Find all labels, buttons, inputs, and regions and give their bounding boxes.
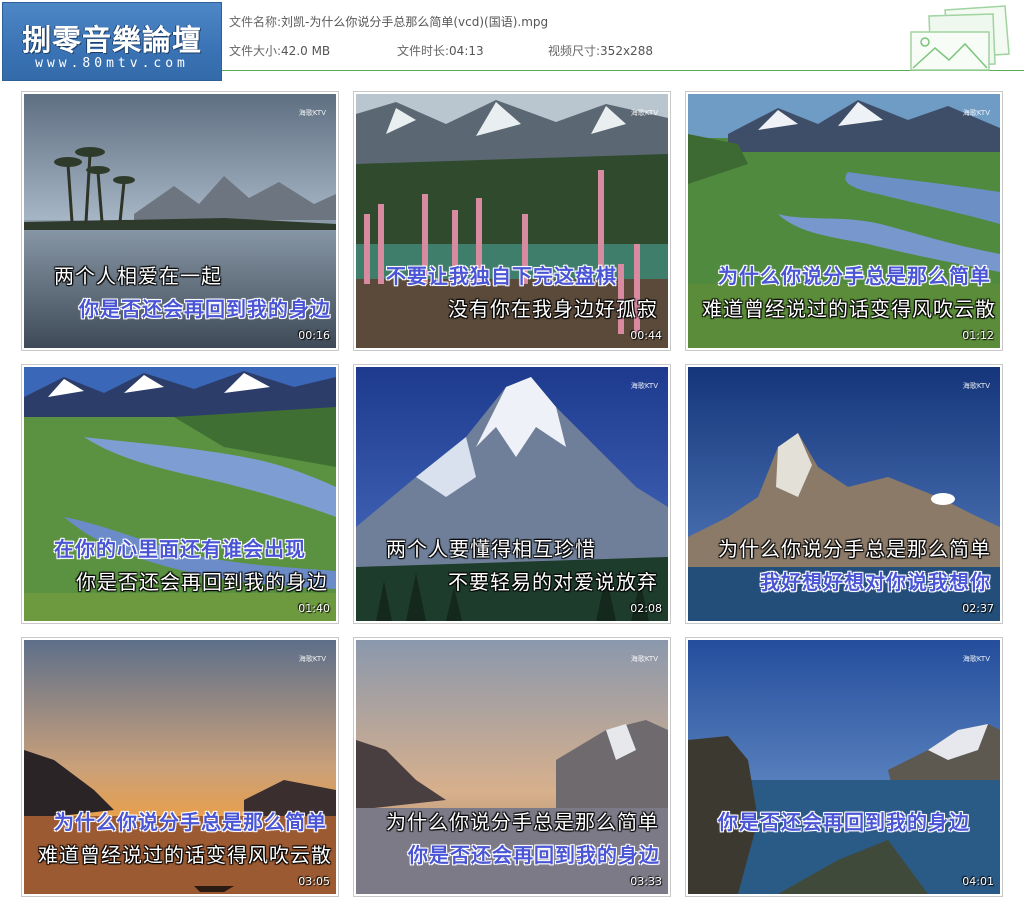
- duration-value: 04:13: [449, 44, 484, 58]
- watermark: 海歌KTV: [630, 655, 658, 663]
- thumbnail-7[interactable]: 海歌KTV 为什么你说分手总是那么简单 难道曾经说过的话变得风吹云散 03:05: [21, 637, 339, 897]
- lyric-line-2: 难道曾经说过的话变得风吹云散: [38, 843, 332, 867]
- lyric-line-2: 不要轻易的对爱说放弃: [448, 570, 658, 594]
- file-name-info: 文件名称:刘凯-为什么你说分手总那么简单(vcd)(国语).mpg: [229, 13, 548, 30]
- header-divider: [222, 70, 1024, 71]
- timestamp: 03:33: [630, 875, 662, 888]
- timestamp: 00:44: [630, 329, 662, 342]
- lyric-line-1: 两个人相爱在一起: [54, 264, 222, 288]
- thumbnail-6[interactable]: 海歌KTV 为什么你说分手总是那么简单 我好想好想对你说我想你 02:37: [685, 364, 1003, 624]
- file-name-label: 文件名称:: [229, 15, 282, 29]
- lyric-line-1: 为什么你说分手总是那么简单: [54, 810, 327, 834]
- scene-coastal-cliffs: [688, 640, 1000, 894]
- logo-url: www.80mtv.com: [35, 56, 189, 71]
- lyric-line-2: 你是否还会再回到我的身边: [79, 297, 331, 321]
- file-size-label: 文件大小:: [229, 44, 282, 58]
- lyric-line-1: 为什么你说分手总是那么简单: [718, 264, 991, 288]
- file-size-value: 42.0 MB: [281, 44, 331, 58]
- thumbnail-5[interactable]: 海歌KTV 两个人要懂得相互珍惜 不要轻易的对爱说放弃 02:08: [353, 364, 671, 624]
- lyric-line-1: 为什么你说分手总是那么简单: [718, 537, 991, 561]
- lyric-line-1: 在你的心里面还有谁会出现: [54, 537, 306, 561]
- thumbnail-4[interactable]: 海歌KTV 在你的心里面还有谁会出现 你是否还会再回到我的身边 01:40: [21, 364, 339, 624]
- dimensions-info: 视频尺寸:352x288: [548, 42, 653, 59]
- forum-logo: 捌零音樂論壇 www.80mtv.com: [2, 2, 222, 81]
- lyric-line-1: 两个人要懂得相互珍惜: [386, 537, 596, 561]
- lyric-line-1: 你是否还会再回到我的身边: [718, 810, 970, 834]
- thumbnail-2[interactable]: 海歌KTV 不要让我独自下完这盘棋 没有你在我身边好孤寂 00:44: [353, 91, 671, 351]
- thumbnail-3[interactable]: 海歌KTV 为什么你说分手总是那么简单 难道曾经说过的话变得风吹云散 01:12: [685, 91, 1003, 351]
- file-size-info: 文件大小:42.0 MB: [229, 42, 330, 59]
- timestamp: 02:37: [962, 602, 994, 615]
- duration-info: 文件时长:04:13: [397, 42, 484, 59]
- lyric-line-1: 不要让我独自下完这盘棋: [386, 264, 617, 288]
- thumbnail-1[interactable]: 海歌KTV 两个人相爱在一起 你是否还会再回到我的身边 00:16: [21, 91, 339, 351]
- logo-title: 捌零音樂論壇: [21, 23, 202, 57]
- watermark: 海歌KTV: [962, 109, 990, 117]
- timestamp: 01:12: [962, 329, 994, 342]
- watermark: 海歌KTV: [962, 655, 990, 663]
- watermark: 海歌KTV: [298, 109, 326, 117]
- duration-label: 文件时长:: [397, 44, 450, 58]
- lyric-line-1: 为什么你说分手总是那么简单: [386, 810, 659, 834]
- timestamp: 03:05: [298, 875, 330, 888]
- lyric-line-2: 你是否还会再回到我的身边: [76, 570, 328, 594]
- dimensions-label: 视频尺寸:: [548, 44, 601, 58]
- timestamp: 00:16: [298, 329, 330, 342]
- lyric-line-2: 没有你在我身边好孤寂: [448, 297, 658, 321]
- dimensions-value: 352x288: [600, 44, 653, 58]
- lyric-line-2: 你是否还会再回到我的身边: [408, 843, 660, 867]
- thumbnail-8[interactable]: 海歌KTV 为什么你说分手总是那么简单 你是否还会再回到我的身边 03:33: [353, 637, 671, 897]
- timestamp: 02:08: [630, 602, 662, 615]
- picture-stack-icon: [910, 5, 1010, 71]
- thumbnail-9[interactable]: 海歌KTV 你是否还会再回到我的身边 04:01: [685, 637, 1003, 897]
- lyric-line-2: 我好想好想对你说我想你: [760, 570, 991, 594]
- watermark: 海歌KTV: [298, 655, 326, 663]
- lyric-line-2: 难道曾经说过的话变得风吹云散: [702, 297, 996, 321]
- timestamp: 01:40: [298, 602, 330, 615]
- watermark: 海歌KTV: [962, 382, 990, 390]
- watermark: 海歌KTV: [630, 382, 658, 390]
- file-name-value: 刘凯-为什么你说分手总那么简单(vcd)(国语).mpg: [281, 15, 549, 29]
- watermark: 海歌KTV: [630, 109, 658, 117]
- timestamp: 04:01: [962, 875, 994, 888]
